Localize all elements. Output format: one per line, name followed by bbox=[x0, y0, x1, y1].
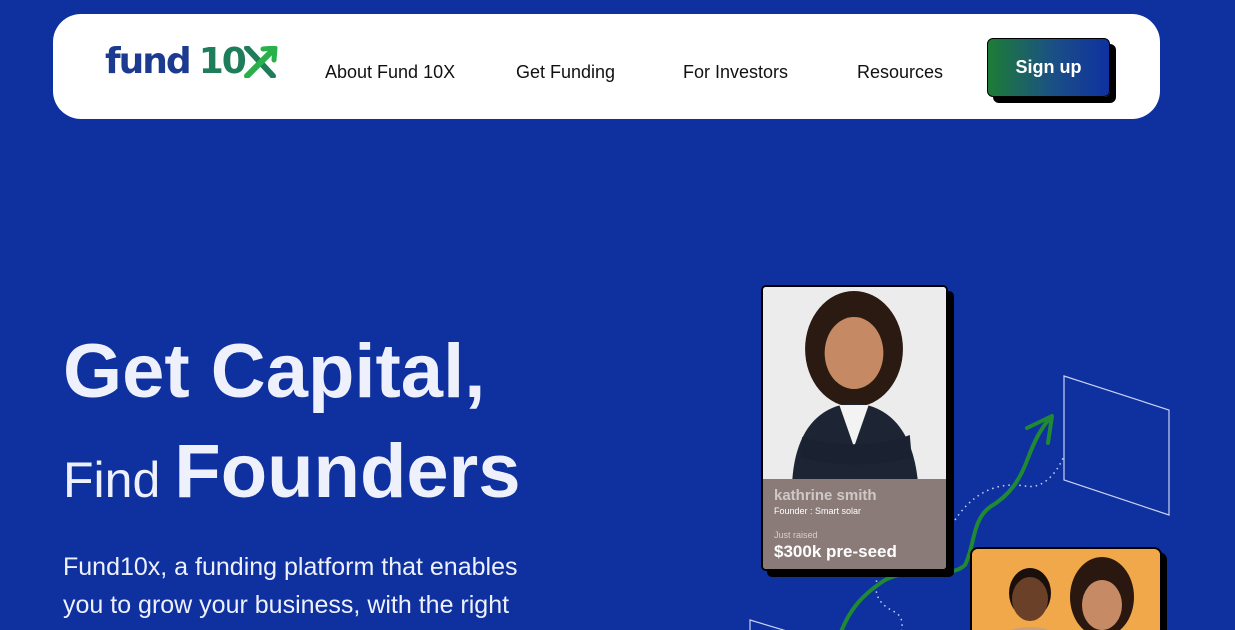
logo-word-10: 10 bbox=[198, 41, 247, 82]
founder-photo bbox=[763, 287, 946, 479]
growth-arrow-x-icon bbox=[243, 46, 278, 78]
hero-description: Fund10x, a funding platform that enables… bbox=[63, 553, 518, 619]
founders-pair-photo bbox=[972, 549, 1160, 630]
hero-headline-line2: Find Founders bbox=[63, 434, 521, 510]
dotted-path bbox=[954, 455, 1065, 521]
wireframe-panel-bottom bbox=[749, 619, 786, 630]
hero-headline-line1: Get Capital, bbox=[63, 329, 486, 414]
founder-role: Founder : Smart solar bbox=[774, 506, 862, 516]
hero-headline-find: Find bbox=[63, 452, 161, 508]
raised-amount: $300k pre-seed bbox=[774, 542, 897, 561]
nav-get-funding[interactable]: Get Funding bbox=[516, 62, 615, 83]
logo-word-fund: fund bbox=[105, 41, 192, 82]
nav-for-investors[interactable]: For Investors bbox=[683, 62, 788, 83]
raised-label: Just raised bbox=[774, 530, 818, 540]
wireframe-panel-right bbox=[1063, 375, 1170, 516]
founder-card: kathrine smith Founder : Smart solar Jus… bbox=[761, 285, 948, 571]
brand-logo[interactable]: fund 10 bbox=[105, 44, 283, 80]
founders-pair-card bbox=[970, 547, 1162, 630]
nav-resources[interactable]: Resources bbox=[857, 62, 943, 83]
hero-headline-founders: Founders bbox=[174, 429, 521, 514]
nav-about-fund-10x[interactable]: About Fund 10X bbox=[325, 62, 455, 83]
founder-name: kathrine smith bbox=[774, 487, 877, 504]
founder-info: kathrine smith Founder : Smart solar Jus… bbox=[763, 479, 946, 569]
signup-button[interactable]: Sign up bbox=[987, 38, 1110, 97]
top-navigation: fund 10 About Fund 10X Get Funding For I… bbox=[53, 14, 1160, 119]
